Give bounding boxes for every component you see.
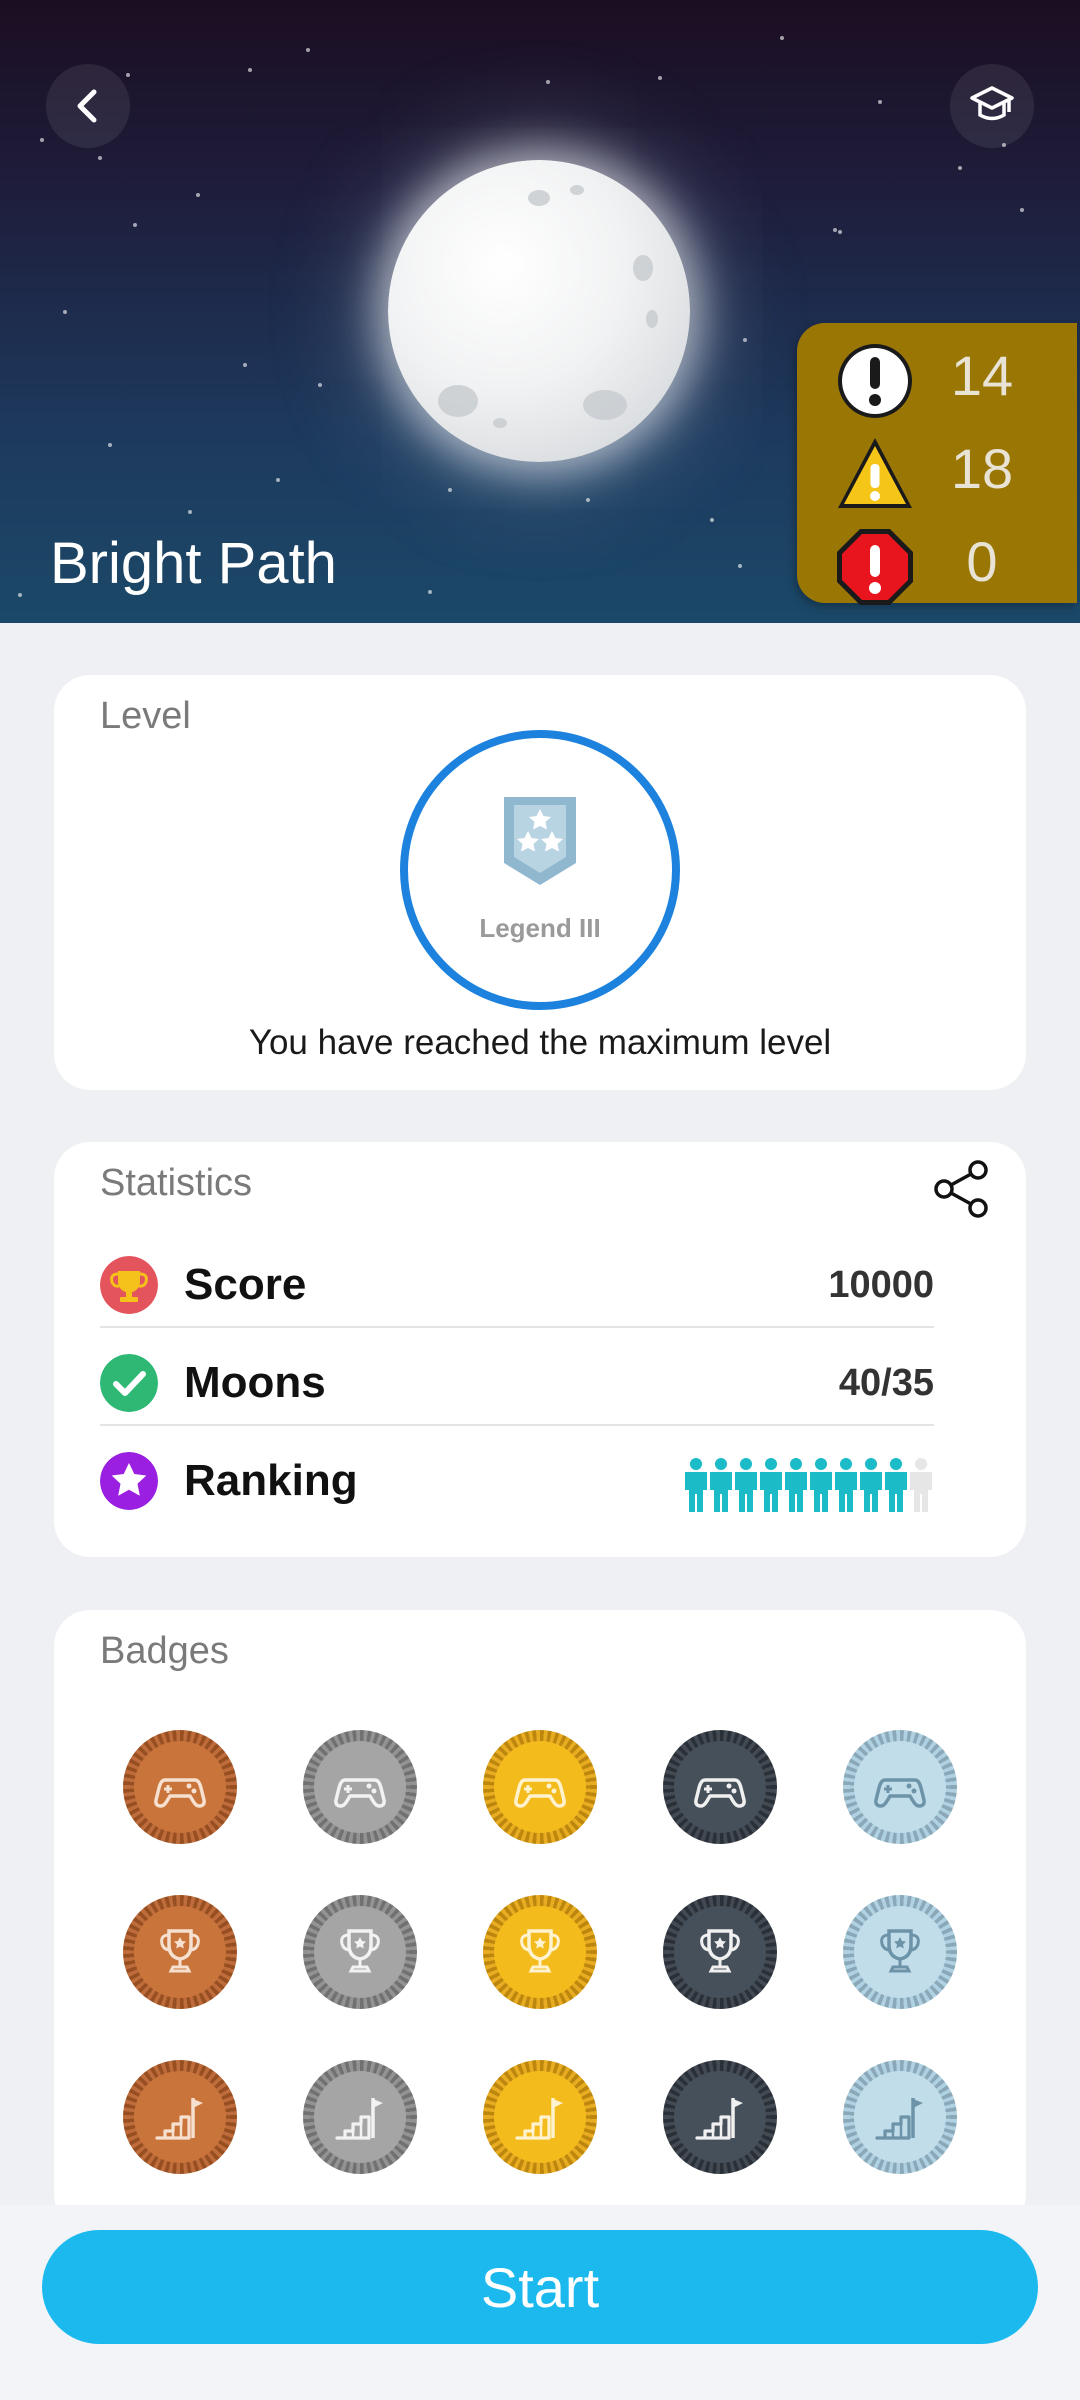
badge-gamepad-ice[interactable]: [843, 1730, 957, 1844]
level-name: Legend III: [479, 913, 601, 943]
trophy-icon: [160, 1929, 200, 1973]
error-octagon-icon: [837, 529, 913, 605]
stat-value-moons: 40/35: [838, 1362, 934, 1404]
ranking-person-icon: [835, 1458, 857, 1512]
stat-value-score: 10000: [828, 1264, 934, 1306]
badge-trophy-silver[interactable]: [303, 1895, 417, 2009]
ranking-people-meter: [685, 1458, 932, 1512]
alert-row-info: 14: [797, 333, 1077, 423]
badge-stairs-flag-dark[interactable]: [663, 2060, 777, 2174]
stat-row-moons: Moons 40/35: [100, 1328, 934, 1426]
exclamation-circle-icon: [838, 344, 912, 418]
shield-stars-icon: [504, 797, 576, 885]
check-circle-icon: [100, 1354, 158, 1412]
ranking-person-icon: [860, 1458, 882, 1512]
ranking-person-icon: [735, 1458, 757, 1512]
alert-count-error: 0: [966, 530, 998, 593]
stat-label-moons: Moons: [184, 1358, 326, 1407]
badge-stairs-flag-bronze[interactable]: [123, 2060, 237, 2174]
stat-label-score: Score: [184, 1260, 307, 1309]
level-message: You have reached the maximum level: [248, 1023, 832, 1062]
stairs-flag-icon: [515, 2098, 563, 2140]
course-title: Bright Path: [50, 531, 337, 596]
bottom-bar: Start: [0, 2205, 1080, 2400]
gamepad-icon: [694, 1778, 746, 1808]
badge-gamepad-gold[interactable]: [483, 1730, 597, 1844]
gamepad-icon: [874, 1778, 926, 1808]
level-card: Level Legend III You have reached the ma…: [54, 675, 1026, 1090]
alerts-panel: 14 18 0: [797, 323, 1077, 605]
ranking-person-icon: [885, 1458, 907, 1512]
trophy-icon: [340, 1929, 380, 1973]
stairs-flag-icon: [875, 2098, 923, 2140]
gamepad-icon: [154, 1778, 206, 1808]
gamepad-icon: [334, 1778, 386, 1808]
trophy-icon: [700, 1929, 740, 1973]
trophy-icon: [880, 1929, 920, 1973]
ranking-person-icon: [710, 1458, 732, 1512]
share-icon[interactable]: [932, 1158, 994, 1220]
trophy-icon: [520, 1929, 560, 1973]
badges-title: Badges: [100, 1630, 229, 1672]
ranking-person-icon: [910, 1458, 932, 1512]
header-banner: Bright Path 14 18 0: [0, 0, 1080, 623]
graduation-cap-icon: [970, 86, 1014, 121]
stairs-flag-icon: [335, 2098, 383, 2140]
alert-row-error: 0: [797, 519, 1077, 609]
badge-gamepad-silver[interactable]: [303, 1730, 417, 1844]
badge-stairs-flag-ice[interactable]: [843, 2060, 957, 2174]
level-title: Level: [100, 695, 191, 737]
stairs-flag-icon: [155, 2098, 203, 2140]
badge-trophy-ice[interactable]: [843, 1895, 957, 2009]
badge-trophy-bronze[interactable]: [123, 1895, 237, 2009]
badges-card: Badges: [54, 1610, 1026, 2230]
badge-trophy-dark[interactable]: [663, 1895, 777, 2009]
ranking-person-icon: [810, 1458, 832, 1512]
ranking-person-icon: [785, 1458, 807, 1512]
badge-gamepad-dark[interactable]: [663, 1730, 777, 1844]
alert-count-info: 14: [950, 344, 1014, 407]
start-button[interactable]: Start: [42, 2230, 1038, 2344]
moon-image: [388, 160, 690, 462]
trophy-icon: [100, 1256, 158, 1314]
course-info-button[interactable]: [950, 64, 1034, 148]
gamepad-icon: [514, 1778, 566, 1808]
badge-stairs-flag-gold[interactable]: [483, 2060, 597, 2174]
alert-row-warning: 18: [797, 426, 1077, 516]
alert-count-warning: 18: [950, 437, 1014, 500]
back-button[interactable]: [46, 64, 130, 148]
ranking-person-icon: [760, 1458, 782, 1512]
badge-trophy-gold[interactable]: [483, 1895, 597, 2009]
warning-triangle-icon: [838, 438, 912, 508]
statistics-card: Statistics Score 10000 Moons 40/35 Ranki…: [54, 1142, 1026, 1557]
stat-label-ranking: Ranking: [184, 1456, 358, 1505]
stat-row-score: Score 10000: [100, 1230, 934, 1328]
star-circle-icon: [100, 1452, 158, 1510]
statistics-title: Statistics: [100, 1162, 253, 1204]
chevron-left-icon: [77, 89, 97, 123]
level-badge[interactable]: Legend III: [400, 730, 680, 1010]
stairs-flag-icon: [695, 2098, 743, 2140]
stat-row-ranking: Ranking: [100, 1426, 934, 1524]
badge-stairs-flag-silver[interactable]: [303, 2060, 417, 2174]
badge-gamepad-bronze[interactable]: [123, 1730, 237, 1844]
ranking-person-icon: [685, 1458, 707, 1512]
